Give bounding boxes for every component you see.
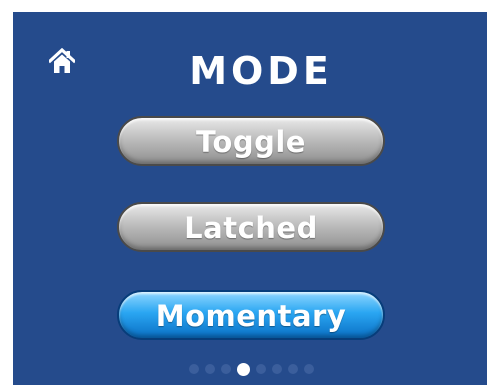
page-dot[interactable] bbox=[303, 364, 314, 374]
page-dot-active[interactable] bbox=[236, 362, 250, 376]
page-dot[interactable] bbox=[271, 364, 282, 374]
page-dot[interactable] bbox=[204, 364, 215, 374]
page-dot[interactable] bbox=[188, 364, 199, 374]
mode-momentary-button[interactable]: Momentary bbox=[117, 290, 385, 340]
mode-latched-button[interactable]: Latched bbox=[117, 202, 385, 252]
mode-toggle-button[interactable]: Toggle bbox=[117, 116, 385, 166]
header: MODE bbox=[13, 12, 487, 107]
page-dot[interactable] bbox=[220, 364, 231, 374]
page-dot[interactable] bbox=[255, 364, 266, 374]
page-indicator bbox=[13, 362, 487, 376]
page-title: MODE bbox=[189, 49, 333, 93]
mode-screen: MODE Toggle Latched Momentary bbox=[13, 12, 487, 385]
page-dot[interactable] bbox=[287, 364, 298, 374]
